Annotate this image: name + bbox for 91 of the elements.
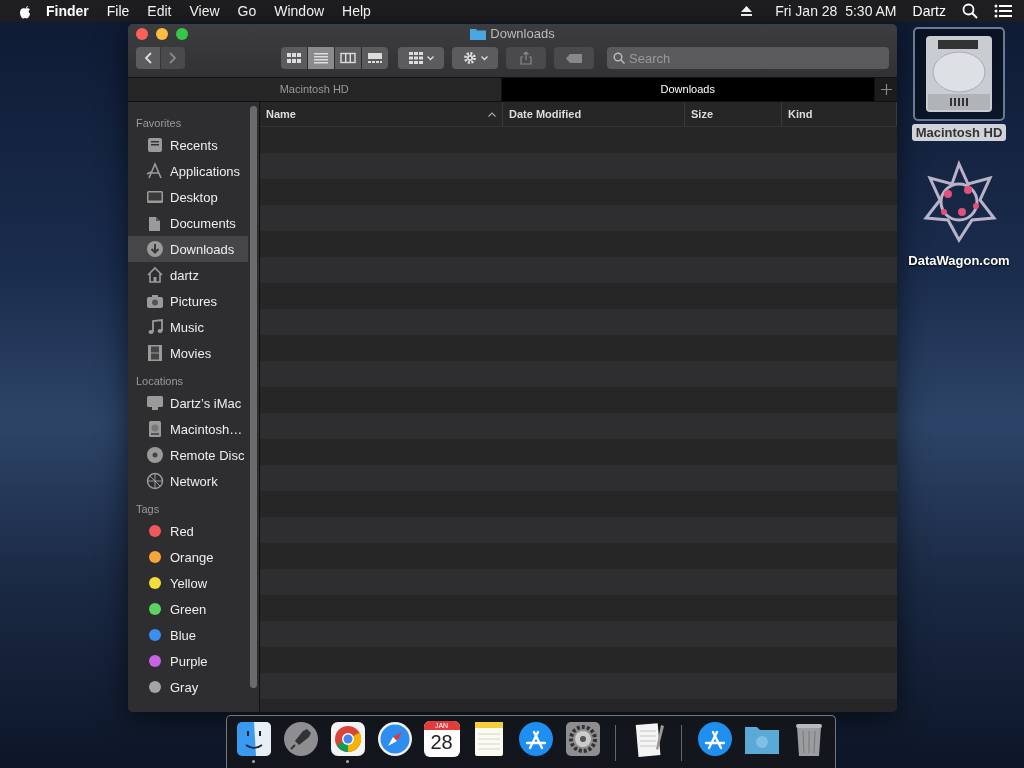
caret-icon: [480, 55, 488, 61]
menu-item[interactable]: Window: [265, 3, 334, 19]
eject-icon[interactable]: [740, 5, 754, 17]
apple-icon[interactable]: [18, 3, 32, 19]
search-icon: [613, 52, 625, 64]
hard-drive-icon: [146, 420, 164, 438]
house-icon: [146, 266, 164, 284]
tab[interactable]: Macintosh HD: [128, 78, 502, 101]
download-icon: [146, 240, 164, 258]
user-menu[interactable]: Dartz: [904, 3, 954, 19]
desktop-icon-label[interactable]: DataWagon.com: [904, 252, 1014, 269]
caret-icon: [426, 55, 434, 61]
sidebar-item[interactable]: Gray: [128, 674, 248, 700]
sidebar-item[interactable]: Movies: [128, 340, 248, 366]
view-mode-button[interactable]: [362, 47, 388, 69]
column-header[interactable]: Date Modified: [503, 102, 685, 126]
sidebar-item[interactable]: Documents: [128, 210, 248, 236]
sidebar-heading: Locations: [135, 374, 185, 389]
search-field[interactable]: Search: [607, 47, 889, 69]
sidebar-item[interactable]: Downloads: [128, 236, 248, 262]
sidebar-item[interactable]: Red: [128, 518, 248, 544]
film-icon: [146, 344, 164, 362]
sidebar-heading: Favorites: [135, 116, 183, 131]
app-store-icon[interactable]: [517, 721, 554, 757]
minimize-button[interactable]: [156, 28, 168, 40]
action-button[interactable]: [452, 47, 498, 69]
menu-item[interactable]: File: [97, 3, 139, 19]
share-icon: [520, 51, 532, 65]
column-header[interactable]: Size: [685, 102, 782, 126]
menu-item[interactable]: View: [180, 3, 229, 19]
scrollbar-thumb[interactable]: [249, 106, 257, 688]
sidebar-item[interactable]: Purple: [128, 648, 248, 674]
sidebar-heading: Tags: [135, 502, 161, 517]
back-button[interactable]: [136, 47, 160, 69]
view-mode-button[interactable]: [335, 47, 361, 69]
menu-item[interactable]: Edit: [138, 3, 181, 19]
sidebar-item[interactable]: Yellow: [128, 570, 248, 596]
camera-icon: [146, 292, 164, 310]
tab[interactable]: Downloads: [501, 78, 875, 101]
sidebar-item[interactable]: Macintosh…: [128, 416, 248, 442]
monitor-icon: [146, 394, 164, 412]
group-button[interactable]: [398, 47, 444, 69]
sidebar-item[interactable]: Desktop: [128, 184, 248, 210]
tag-icon: [566, 53, 582, 63]
sidebar-item[interactable]: Green: [128, 596, 248, 622]
sort-caret-icon: [488, 111, 496, 117]
tag-button[interactable]: [554, 47, 594, 69]
sidebar-item[interactable]: Remote Disc: [128, 442, 248, 468]
tray-icon: [146, 136, 164, 154]
column-header[interactable]: Kind: [782, 102, 897, 126]
desktop-icon-label[interactable]: Macintosh HD: [911, 124, 1007, 141]
chevron-right-icon: [169, 52, 177, 64]
grid-icon: [408, 52, 423, 64]
menu-clock[interactable]: Fri Jan 28 5:30 AM: [767, 3, 905, 19]
zoom-button[interactable]: [176, 28, 188, 40]
folder-icon: [470, 27, 487, 40]
app-store-icon[interactable]: [696, 721, 733, 757]
gear-icon: [462, 51, 477, 65]
list-icon[interactable]: [994, 4, 1012, 18]
chrome-icon[interactable]: [329, 721, 366, 757]
sidebar-item[interactable]: Network: [128, 468, 248, 494]
search-icon[interactable]: [962, 3, 978, 19]
chevron-left-icon: [144, 52, 152, 64]
grid-icon: [286, 52, 302, 64]
sidebar-item[interactable]: dartz: [128, 262, 248, 288]
window-title: Downloads: [490, 26, 555, 41]
menu-item[interactable]: Go: [228, 3, 266, 19]
view-mode-button[interactable]: [281, 47, 307, 69]
list-view-icon: [313, 52, 329, 64]
display-icon: [146, 188, 164, 206]
gallery-icon: [367, 52, 383, 64]
letter-a-icon: [146, 162, 164, 180]
music-note-icon: [146, 318, 164, 336]
sidebar-item[interactable]: Music: [128, 314, 248, 340]
sidebar-item[interactable]: Blue: [128, 622, 248, 648]
view-mode-button[interactable]: [308, 47, 334, 69]
sidebar-item[interactable]: Recents: [128, 132, 248, 158]
menu-item[interactable]: Help: [333, 3, 380, 19]
sidebar-item[interactable]: Applications: [128, 158, 248, 184]
column-header[interactable]: Name: [260, 102, 503, 126]
sidebar-item[interactable]: Orange: [128, 544, 248, 570]
gear-icon[interactable]: [564, 721, 601, 757]
close-button[interactable]: [136, 28, 148, 40]
sidebar-item[interactable]: Dartz’s iMac: [128, 390, 248, 416]
columns-icon: [340, 52, 356, 64]
disc-icon: [146, 446, 164, 464]
sidebar-item[interactable]: Pictures: [128, 288, 248, 314]
finder-face-icon[interactable]: [235, 721, 272, 757]
plus-icon[interactable]: [880, 84, 892, 95]
compass-icon[interactable]: [376, 721, 413, 757]
app-menu[interactable]: Finder: [32, 3, 98, 19]
